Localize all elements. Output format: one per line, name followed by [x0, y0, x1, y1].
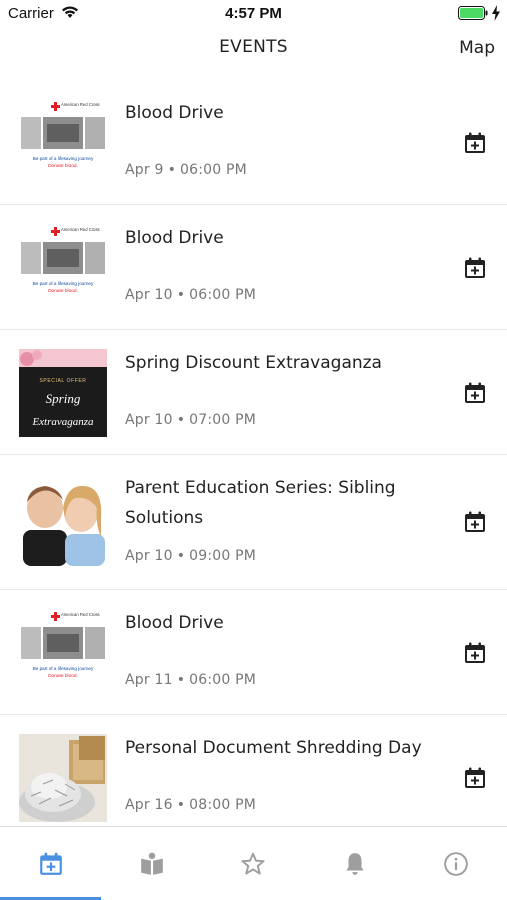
status-bar: Carrier 4:57 PM [0, 0, 507, 28]
charging-bolt-icon [492, 5, 500, 21]
event-row[interactable]: Personal Document Shredding Day Apr 16 • 0… [0, 715, 507, 826]
tab-favorites[interactable] [203, 827, 304, 900]
battery-icon [458, 6, 488, 20]
tab-bar [0, 826, 507, 900]
event-title: Personal Document Shredding Day [125, 738, 422, 758]
book-map-icon [141, 852, 163, 875]
event-row[interactable]: American Red Cross Be part of a lifesavi… [0, 80, 507, 205]
event-datetime: Apr 9 • 06:00 PM [125, 162, 247, 178]
tab-guide[interactable] [101, 827, 202, 900]
svg-text:American Red Cross: American Red Cross [61, 227, 100, 232]
svg-text:Spring: Spring [46, 391, 81, 406]
nav-bar: EVENTS Map [0, 28, 507, 68]
event-thumbnail: American Red Cross Be part of a lifesavi… [19, 99, 107, 187]
bell-icon [346, 853, 364, 875]
star-icon [241, 852, 266, 875]
event-title: Blood Drive [125, 103, 224, 123]
event-datetime: Apr 10 • 09:00 PM [125, 548, 257, 564]
event-date: Apr 10 [125, 548, 173, 564]
event-list[interactable]: American Red Cross Be part of a lifesavi… [0, 80, 507, 826]
event-datetime: Apr 16 • 08:00 PM [125, 797, 257, 813]
info-icon [444, 852, 469, 876]
event-row[interactable]: SPECIAL OFFER Spring Extravaganza Spring… [0, 330, 507, 455]
event-datetime: Apr 11 • 06:00 PM [125, 672, 257, 688]
event-time: 07:00 PM [189, 412, 257, 428]
add-to-calendar-icon[interactable] [463, 510, 487, 534]
event-title: Spring Discount Extravaganza [125, 353, 382, 373]
event-thumbnail [19, 734, 107, 822]
event-datetime: Apr 10 • 06:00 PM [125, 287, 257, 303]
svg-text:Donate blood.: Donate blood. [48, 163, 78, 169]
add-to-calendar-icon[interactable] [463, 131, 487, 155]
event-time: 08:00 PM [189, 797, 257, 813]
event-time: 06:00 PM [189, 672, 257, 688]
svg-text:Donate blood.: Donate blood. [48, 673, 78, 679]
event-date: Apr 11 [125, 672, 173, 688]
event-time: 06:00 PM [189, 287, 257, 303]
event-datetime: Apr 10 • 07:00 PM [125, 412, 257, 428]
event-title: Blood Drive [125, 228, 224, 248]
add-to-calendar-icon[interactable] [463, 641, 487, 665]
event-thumbnail: American Red Cross Be part of a lifesavi… [19, 609, 107, 697]
event-time: 06:00 PM [180, 162, 247, 178]
svg-text:American Red Cross: American Red Cross [61, 102, 100, 107]
calendar-plus-icon [39, 852, 62, 875]
event-date: Apr 16 [125, 797, 173, 813]
svg-text:Be part of a lifesaving journe: Be part of a lifesaving journey [33, 156, 94, 161]
status-time: 4:57 PM [225, 5, 282, 22]
svg-text:Be part of a lifesaving journe: Be part of a lifesaving journey [33, 666, 94, 671]
event-thumbnail: SPECIAL OFFER Spring Extravaganza [19, 349, 107, 437]
svg-text:Be part of a lifesaving journe: Be part of a lifesaving journey [33, 281, 94, 286]
event-time: 09:00 PM [189, 548, 257, 564]
svg-text:Donate blood.: Donate blood. [48, 288, 78, 294]
add-to-calendar-icon[interactable] [463, 381, 487, 405]
event-title: Parent Education Series: Sibling Solutio… [125, 478, 396, 528]
event-date: Apr 10 [125, 287, 173, 303]
add-to-calendar-icon[interactable] [463, 256, 487, 280]
event-thumbnail [19, 478, 107, 566]
event-date: Apr 9 [125, 162, 164, 178]
event-title: Blood Drive [125, 613, 224, 633]
svg-text:Extravaganza: Extravaganza [31, 416, 94, 428]
event-thumbnail: American Red Cross Be part of a lifesavi… [19, 224, 107, 312]
tab-notifications[interactable] [304, 827, 405, 900]
tab-info[interactable] [406, 827, 507, 900]
page-title: EVENTS [219, 37, 288, 57]
map-button[interactable]: Map [459, 38, 495, 58]
add-to-calendar-icon[interactable] [463, 766, 487, 790]
event-row[interactable]: American Red Cross Be part of a lifesavi… [0, 590, 507, 715]
svg-text:American Red Cross: American Red Cross [61, 612, 100, 617]
event-row[interactable]: American Red Cross Be part of a lifesavi… [0, 205, 507, 330]
tab-events[interactable] [0, 827, 101, 900]
svg-text:SPECIAL OFFER: SPECIAL OFFER [39, 378, 86, 384]
event-row[interactable]: Parent Education Series: Sibling Solutio… [0, 455, 507, 590]
event-date: Apr 10 [125, 412, 173, 428]
